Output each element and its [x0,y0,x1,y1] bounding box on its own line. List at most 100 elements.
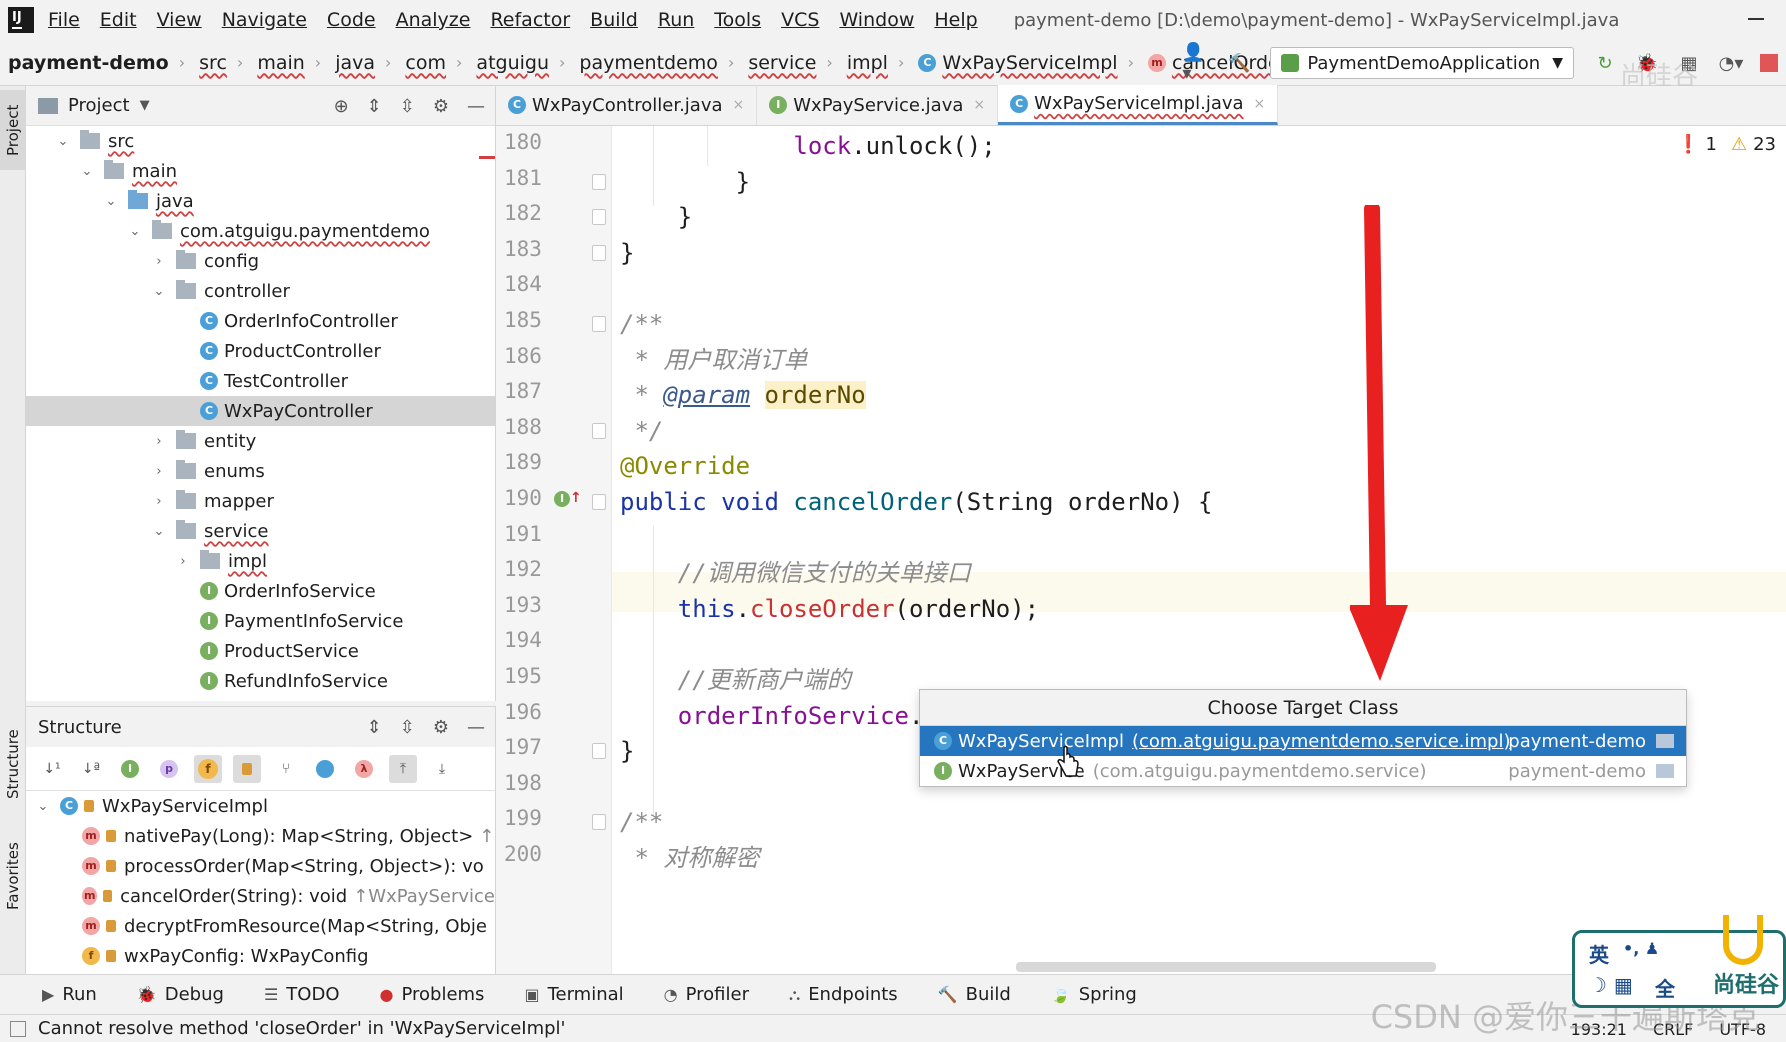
code-line[interactable]: } [620,197,692,237]
code-line[interactable]: * 对称解密 [620,838,759,878]
autoscroll-to-source-icon[interactable]: ⤒ [389,754,417,783]
structure-member[interactable]: m cancelOrder(String): void ↑WxPayService [26,881,495,911]
chevron-down-icon[interactable]: ⌄ [152,284,166,299]
favorites-stripe-tab[interactable]: Favorites [0,826,26,926]
horizontal-scrollbar[interactable] [1016,962,1436,972]
close-icon[interactable]: × [973,97,985,113]
breadcrumb-item[interactable]: payment-demo [6,52,169,74]
target-class-option[interactable]: C WxPayServiceImpl (com.atguigu.paymentdem… [920,726,1686,756]
tool-window-endpoints[interactable]: ⛬ Endpoints [789,984,898,1005]
code-line[interactable]: */ [620,411,663,451]
expand-all-icon[interactable]: ⇕ [367,96,382,117]
build-hammer-icon[interactable]: 🔨 [1224,48,1254,78]
collapse-all-icon[interactable]: ⇳ [400,717,415,738]
breadcrumb-item[interactable]: src [199,52,227,74]
menu-view[interactable]: View [157,9,202,31]
tree-item-mapper[interactable]: › mapper [26,486,495,516]
project-panel-title[interactable]: Project [68,95,130,116]
tool-window-debug[interactable]: 🐞 Debug [137,984,224,1005]
tree-item-controller[interactable]: ⌄ controller [26,276,495,306]
tree-item-java[interactable]: ⌄ java [26,186,495,216]
gear-icon[interactable]: ⚙ [433,96,449,117]
menu-analyze[interactable]: Analyze [396,9,471,31]
menu-navigate[interactable]: Navigate [222,9,307,31]
breadcrumb-item[interactable]: C WxPayServiceImpl [918,52,1118,74]
tree-item-main[interactable]: ⌄ main [26,156,495,186]
gear-icon[interactable]: ⚙ [433,717,449,738]
breadcrumb-item[interactable]: paymentdemo [579,52,718,74]
menu-build[interactable]: Build [590,9,638,31]
structure-member[interactable]: f wxPayConfig: WxPayConfig [26,941,495,971]
menu-tools[interactable]: Tools [714,9,761,31]
tree-item-src[interactable]: ⌄ src [26,126,495,156]
code-line[interactable]: //更新商户端的 [620,660,851,700]
breadcrumb-item[interactable]: java [335,52,375,74]
tree-item-wxpaycontroller[interactable]: C WxPayController [26,396,495,426]
breadcrumb-item[interactable]: main [257,52,304,74]
show-non-public-icon[interactable] [233,754,261,783]
chevron-down-icon[interactable]: ▼ [140,98,150,113]
code-editor[interactable]: 180 181 182 183 184 185 186 187 188 189 190 I ↑ 191 19… [496,126,1786,974]
minimize-icon[interactable] [1748,18,1764,20]
close-icon[interactable]: × [1254,96,1266,112]
show-properties-icon[interactable]: p [155,755,183,783]
editor-tab-wxpayserviceimpl-java[interactable]: C WxPayServiceImpl.java × [998,85,1279,125]
menu-refactor[interactable]: Refactor [490,9,570,31]
locate-icon[interactable]: ⊕ [334,96,349,117]
chevron-down-icon[interactable]: ⌄ [152,524,166,539]
tool-window-problems[interactable]: ● Problems [380,984,485,1005]
autoscroll-from-source-icon[interactable]: ⤓ [428,755,456,783]
breadcrumb-item[interactable]: impl [847,52,888,74]
code-line[interactable]: lock.unlock(); [620,126,995,166]
tool-window-run[interactable]: ▶ Run [42,984,97,1005]
tree-item-testcontroller[interactable]: C TestController [26,366,495,396]
tree-item-orderinfocontroller[interactable]: C OrderInfoController [26,306,495,336]
user-icon[interactable]: 👤▾ [1182,42,1212,84]
editor-tab-wxpaycontroller-java[interactable]: C WxPayController.java × [496,85,758,125]
chevron-down-icon[interactable]: ⌄ [128,224,142,239]
rerun-icon[interactable]: ↻ [1590,48,1620,78]
code-line[interactable]: } [620,162,750,202]
tool-window-todo[interactable]: ☰ TODO [264,984,340,1005]
target-class-option[interactable]: I WxPayService (com.atguigu.paymentdemo.se… [920,756,1686,786]
breadcrumb-item[interactable]: atguigu [476,52,549,74]
structure-member[interactable]: m processOrder(Map<String, Object>): vo [26,851,495,881]
close-icon[interactable]: × [733,97,745,113]
sort-visibility-icon[interactable]: ↓¹ [38,755,66,783]
tree-item-productcontroller[interactable]: C ProductController [26,336,495,366]
code-line[interactable]: @Override [620,446,750,486]
implements-method-icon[interactable]: I ↑ [554,490,582,507]
menu-help[interactable]: Help [934,9,977,31]
collapse-all-icon[interactable]: ⇳ [400,96,415,117]
code-line[interactable]: this.closeOrder(orderNo); [620,589,1039,629]
expand-all-icon[interactable]: ⇕ [367,717,382,738]
tree-item-com-atguigu-paymentdemo[interactable]: ⌄ com.atguigu.paymentdemo [26,216,495,246]
structure-member[interactable]: m decryptFromResource(Map<String, Obje [26,911,495,941]
structure-stripe-tab[interactable]: Structure [0,714,26,814]
chevron-right-icon[interactable]: › [176,554,190,569]
chevron-right-icon[interactable]: › [152,434,166,449]
structure-member[interactable]: m nativePay(Long): Map<String, Object> ↑ [26,821,495,851]
chevron-right-icon[interactable]: › [152,464,166,479]
hide-icon[interactable]: — [467,717,485,738]
status-toggle-icon[interactable] [10,1020,26,1037]
editor-tab-wxpayservice-java[interactable]: I WxPayService.java × [757,85,999,125]
tree-item-impl[interactable]: › impl [26,546,495,576]
project-stripe-tab[interactable]: Project [0,90,26,170]
menu-run[interactable]: Run [658,9,694,31]
tree-item-config[interactable]: › config [26,246,495,276]
fold-marker-icon[interactable] [592,209,606,226]
chevron-down-icon[interactable]: ⌄ [80,164,94,179]
menu-edit[interactable]: Edit [100,9,137,31]
menu-window[interactable]: Window [839,9,914,31]
tool-window-profiler[interactable]: ◔ Profiler [664,984,749,1005]
chevron-down-icon[interactable]: ⌄ [56,134,70,149]
chevron-right-icon[interactable]: › [152,494,166,509]
tree-item-paymentinfoservice[interactable]: I PaymentInfoService [26,606,495,636]
fold-marker-icon[interactable] [592,244,606,261]
tool-window-spring[interactable]: 🍃 Spring [1051,984,1137,1005]
code-line[interactable]: } [620,233,634,273]
code-line[interactable]: /** [620,802,663,842]
hide-icon[interactable]: — [467,96,485,117]
stop-icon[interactable] [1760,54,1778,72]
